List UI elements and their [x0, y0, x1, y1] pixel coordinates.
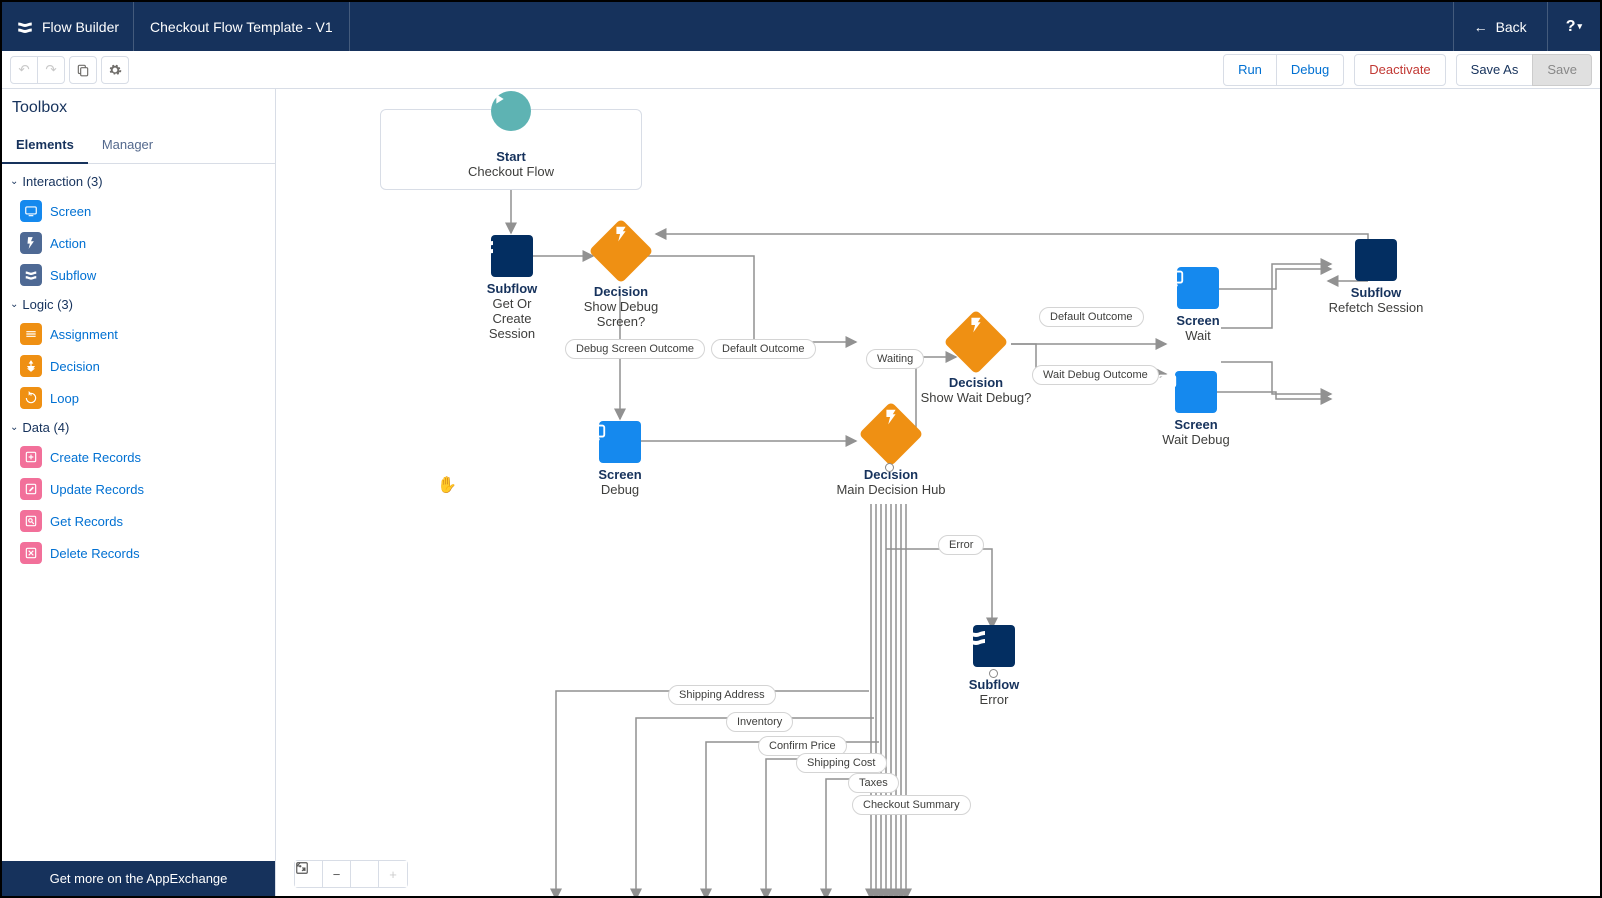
tab-elements[interactable]: Elements — [2, 127, 88, 164]
node-screen-wait-debug[interactable]: Screen Wait Debug — [1156, 371, 1236, 447]
subflow-icon — [1355, 239, 1397, 281]
back-button[interactable]: ← Back — [1453, 2, 1547, 51]
sidebar: Toolbox Elements Manager ⌄Interaction (3… — [2, 89, 276, 896]
pill-default-outcome[interactable]: Default Outcome — [711, 339, 816, 359]
screen-icon — [20, 200, 42, 222]
play-icon — [491, 91, 531, 131]
settings-button[interactable] — [101, 56, 129, 84]
pill-checkout-summary[interactable]: Checkout Summary — [852, 795, 971, 815]
tree-group-header[interactable]: ⌄Data (4) — [2, 414, 275, 441]
delete-icon — [20, 542, 42, 564]
bolt-icon — [20, 232, 42, 254]
tab-manager[interactable]: Manager — [88, 127, 167, 163]
node-subflow-error[interactable]: Subflow Error — [964, 625, 1024, 707]
create-icon — [20, 446, 42, 468]
pill-debug-outcome[interactable]: Debug Screen Outcome — [565, 339, 705, 359]
toolbox-title: Toolbox — [2, 89, 275, 127]
back-arrow-icon: ← — [1474, 19, 1488, 35]
app-brand: Flow Builder — [2, 2, 134, 51]
tree-item-subflow[interactable]: Subflow — [2, 259, 275, 291]
tree-item-assignment[interactable]: Assignment — [2, 318, 275, 350]
node-decision-debug[interactable]: Decision Show Debug Screen? — [576, 224, 666, 329]
pill-default-outcome-2[interactable]: Default Outcome — [1039, 307, 1144, 327]
tree-item-get-records[interactable]: Get Records — [2, 505, 275, 537]
tree-item-delete-records[interactable]: Delete Records — [2, 537, 275, 569]
node-screen-debug[interactable]: Screen Debug — [585, 421, 655, 497]
zoom-in-button[interactable]: + — [379, 861, 407, 887]
tree-item-action[interactable]: Action — [2, 227, 275, 259]
screen-icon — [599, 421, 641, 463]
pill-shipping-address[interactable]: Shipping Address — [668, 685, 776, 705]
flow-title: Checkout Flow Template - V1 — [134, 2, 350, 51]
zoom-reset-button[interactable] — [351, 861, 379, 887]
flow-icon — [20, 264, 42, 286]
tree-item-loop[interactable]: Loop — [2, 382, 275, 414]
redo-button[interactable]: ↷ — [37, 56, 65, 84]
subflow-icon — [491, 235, 533, 277]
zoom-control: − + — [294, 860, 408, 888]
decision-icon — [20, 355, 42, 377]
gear-icon — [108, 63, 122, 77]
flow-builder-icon — [16, 18, 34, 36]
app-name: Flow Builder — [42, 19, 119, 35]
pill-inventory[interactable]: Inventory — [726, 712, 793, 732]
node-decision-wait[interactable]: Decision Show Wait Debug? — [916, 315, 1036, 405]
toolbar: ↶ ↷ Run Debug Deactivate Save As Save — [2, 51, 1600, 89]
undo-button[interactable]: ↶ — [10, 56, 38, 84]
loop-icon — [20, 387, 42, 409]
topbar: Flow Builder Checkout Flow Template - V1… — [2, 2, 1600, 51]
node-screen-wait[interactable]: Screen Wait — [1163, 267, 1233, 343]
debug-button[interactable]: Debug — [1276, 54, 1344, 86]
zoom-out-button[interactable]: − — [323, 861, 351, 887]
update-icon — [20, 478, 42, 500]
node-decision-main[interactable]: Decision Main Decision Hub — [831, 407, 951, 497]
save-as-button[interactable]: Save As — [1456, 54, 1534, 86]
canvas[interactable]: Start Checkout Flow Subflow Get Or Creat… — [276, 89, 1600, 896]
copy-icon — [76, 63, 90, 77]
hand-cursor-icon: ✋ — [437, 475, 457, 495]
decision-icon — [943, 309, 1008, 374]
run-button[interactable]: Run — [1223, 54, 1277, 86]
pill-waiting[interactable]: Waiting — [866, 349, 924, 369]
pill-taxes[interactable]: Taxes — [848, 773, 899, 793]
node-start[interactable]: Start Checkout Flow — [380, 109, 642, 190]
pill-wait-debug-outcome[interactable]: Wait Debug Outcome — [1032, 365, 1159, 385]
tree-item-screen[interactable]: Screen — [2, 195, 275, 227]
tree-group-header[interactable]: ⌄Interaction (3) — [2, 168, 275, 195]
arrows-in-icon — [295, 861, 307, 873]
tree-item-decision[interactable]: Decision — [2, 350, 275, 382]
node-subflow-session[interactable]: Subflow Get Or Create Session — [472, 235, 552, 341]
decision-icon — [588, 218, 653, 283]
tree-group-header[interactable]: ⌄Logic (3) — [2, 291, 275, 318]
screen-icon — [1177, 267, 1219, 309]
get-icon — [20, 510, 42, 532]
pill-error[interactable]: Error — [938, 535, 984, 555]
pill-shipping-cost[interactable]: Shipping Cost — [796, 753, 887, 773]
decision-icon — [858, 401, 923, 466]
help-button[interactable]: ?▾ — [1547, 2, 1600, 51]
toolbox-tabs: Elements Manager — [2, 127, 275, 164]
assign-icon — [20, 323, 42, 345]
copy-button[interactable] — [69, 56, 97, 84]
deactivate-button[interactable]: Deactivate — [1354, 54, 1445, 86]
tree-item-create-records[interactable]: Create Records — [2, 441, 275, 473]
tree-item-update-records[interactable]: Update Records — [2, 473, 275, 505]
subflow-icon — [973, 625, 1015, 667]
save-button[interactable]: Save — [1532, 54, 1592, 86]
appexchange-promo[interactable]: Get more on the AppExchange — [2, 861, 275, 896]
node-subflow-refetch[interactable]: Subflow Refetch Session — [1326, 239, 1426, 315]
screen-icon — [1175, 371, 1217, 413]
